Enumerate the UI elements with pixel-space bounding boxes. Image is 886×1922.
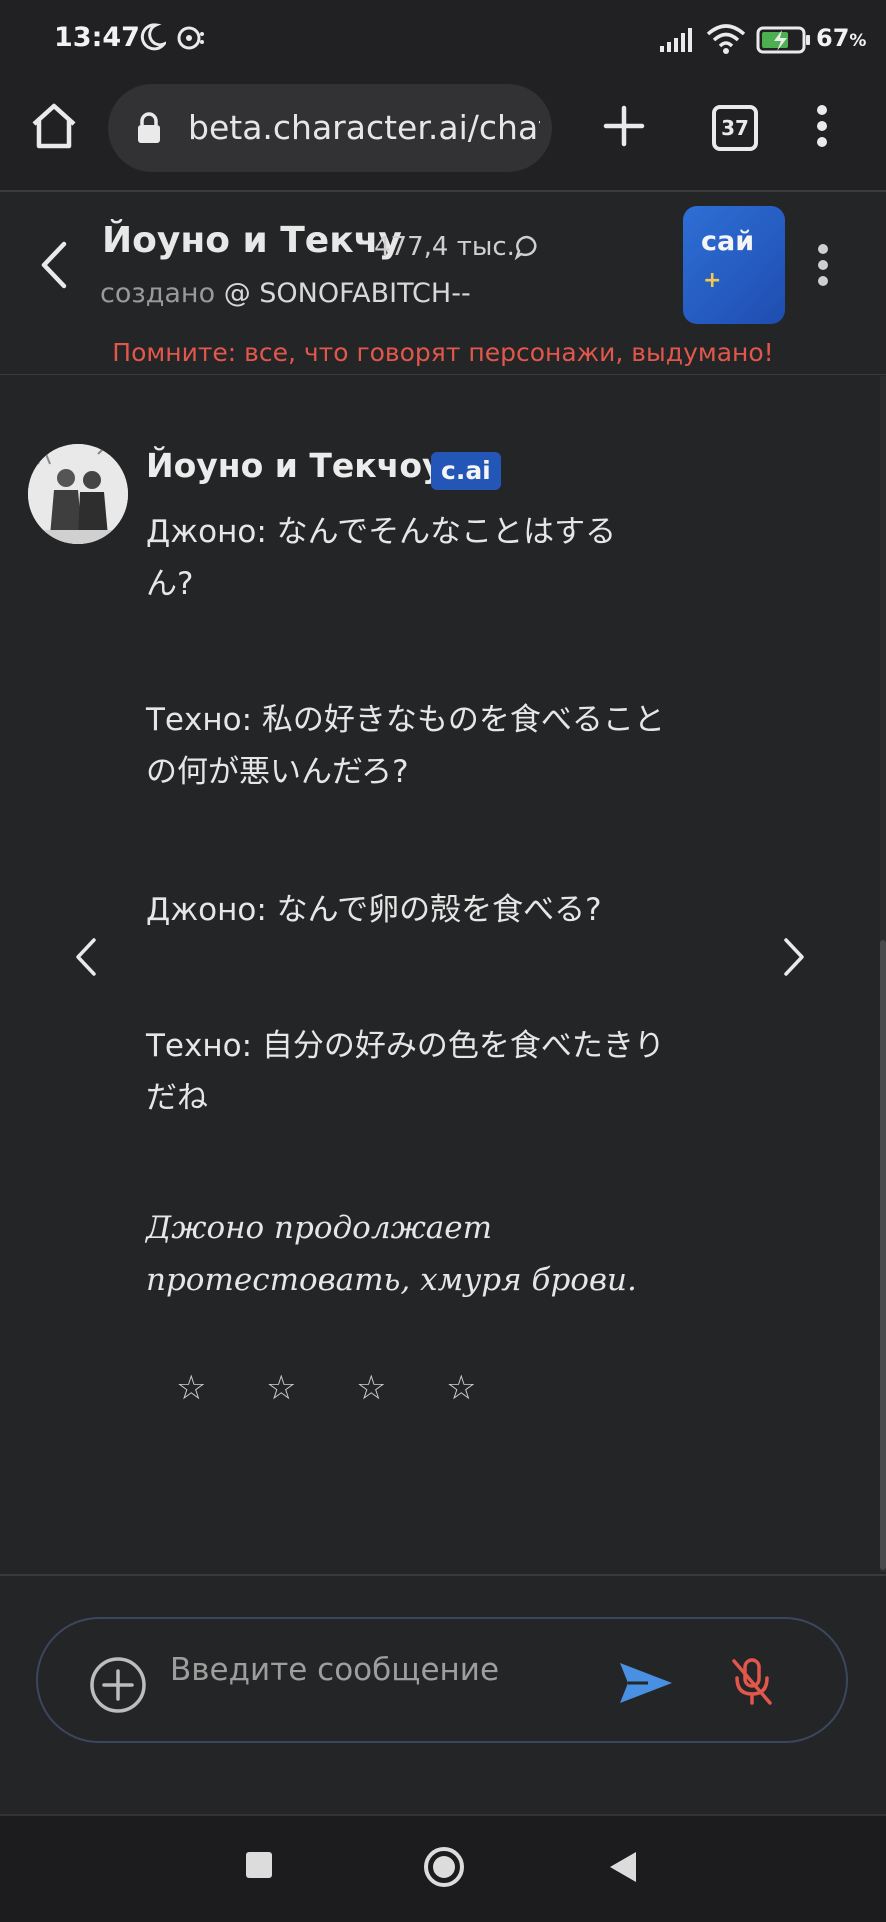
rating-star[interactable]: ☆ (446, 1368, 476, 1408)
recents-icon[interactable] (246, 1852, 272, 1878)
message-line-italic: Джоно продолжает (146, 1210, 493, 1246)
rating-star[interactable]: ☆ (266, 1368, 296, 1408)
system-nav-bar (0, 1814, 886, 1922)
more-vert-icon[interactable] (806, 102, 838, 150)
clock: 13:47 (54, 22, 140, 53)
message-line: だね (146, 1080, 208, 1116)
chat-bubble-icon (514, 235, 537, 260)
chat-options-icon[interactable] (810, 242, 836, 288)
address-bar[interactable]: beta.character.ai/chat (108, 84, 552, 172)
message-input[interactable] (168, 1645, 612, 1695)
cai-plus-button[interactable]: сай + (683, 206, 785, 324)
character-avatar[interactable] (28, 444, 128, 544)
home-icon[interactable] (28, 100, 80, 152)
rating-star[interactable]: ☆ (356, 1368, 386, 1408)
scrollbar-thumb[interactable] (880, 940, 886, 1570)
creator-line: создано @ SONOFABITCH-- (100, 278, 471, 309)
lock-icon (138, 112, 160, 143)
back-arrow-icon[interactable] (36, 238, 72, 292)
rating-star[interactable]: ☆ (176, 1368, 206, 1408)
chat-count: 477,4 тыс. (374, 232, 515, 262)
signal-icon (660, 28, 692, 52)
message-line: Техно: 自分の好みの色を食べたきり (146, 1028, 665, 1064)
cai-badge: c.ai (431, 452, 501, 490)
divider (0, 1574, 886, 1576)
message-line: Джоно: なんでそんなことはする (146, 514, 617, 550)
home-circle-icon[interactable] (423, 1846, 465, 1888)
browser-toolbar: beta.character.ai/chat 37 (0, 78, 886, 192)
message-line: ん? (146, 566, 194, 602)
send-icon[interactable] (618, 1661, 674, 1705)
mic-off-icon[interactable] (730, 1657, 774, 1707)
message-line: Джоно: なんで卵の殻を食べる? (146, 892, 602, 928)
do-not-disturb-icon (140, 23, 166, 51)
creator-handle[interactable]: @ SONOFABITCH-- (224, 278, 471, 309)
new-tab-icon[interactable] (600, 102, 648, 150)
battery-charging-icon (756, 26, 810, 54)
plus-label: сай (701, 226, 755, 257)
wifi-icon (706, 24, 746, 54)
message-line: Техно: 私の好きなものを食べること (146, 702, 665, 738)
message-author: Йоуно и Текчоу (146, 446, 444, 485)
previous-response-icon[interactable] (72, 936, 98, 978)
sync-icon (177, 26, 204, 50)
next-response-icon[interactable] (782, 936, 808, 978)
tab-switcher-button[interactable]: 37 (712, 105, 758, 151)
disclaimer-text: Помните: все, что говорят персонажи, выд… (112, 338, 774, 367)
url-text: beta.character.ai/chat (188, 108, 540, 147)
character-name[interactable]: Йоуно и Текчу (102, 220, 402, 261)
plus-mark: + (703, 268, 722, 293)
message-composer (36, 1617, 848, 1743)
message-line: の何が悪いんだろ? (146, 754, 409, 790)
add-circle-icon[interactable] (88, 1655, 148, 1715)
status-bar: 13:47 67% (0, 0, 886, 78)
back-triangle-icon[interactable] (608, 1850, 638, 1884)
chat-header: Йоуно и Текчу 477,4 тыс. создано @ SONOF… (0, 192, 886, 375)
battery-percent: 67% (816, 24, 867, 52)
message-line-italic: протестовать, хмуря брови. (146, 1262, 637, 1298)
creator-prefix: создано (100, 278, 216, 309)
avatar-illustration (28, 444, 128, 544)
